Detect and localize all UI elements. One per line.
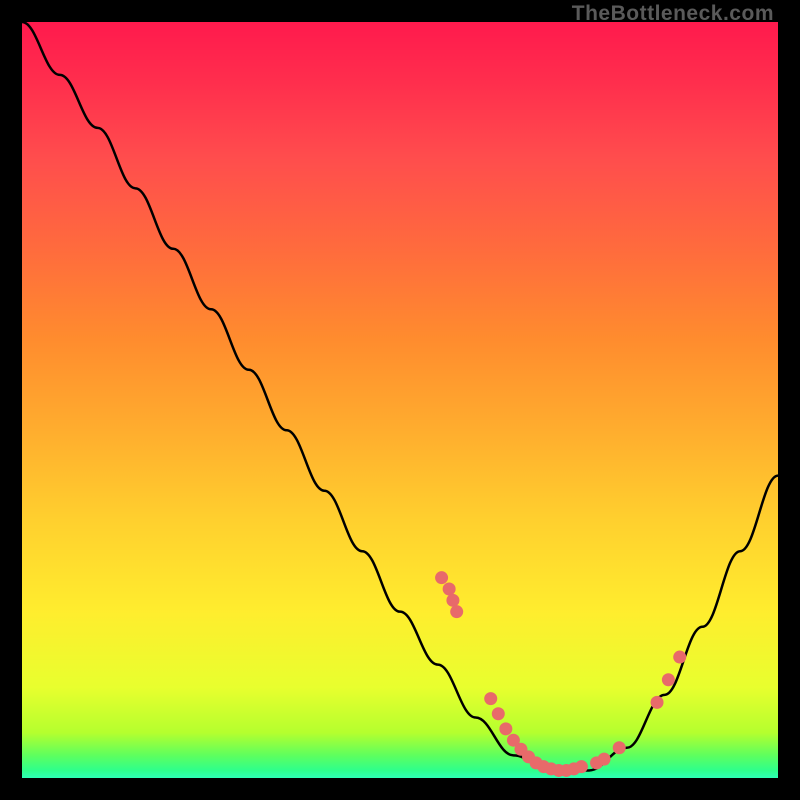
data-point: [575, 760, 588, 773]
data-point: [613, 741, 626, 754]
watermark-text: TheBottleneck.com: [572, 2, 774, 26]
data-point: [598, 753, 611, 766]
data-point: [443, 583, 456, 596]
data-point: [673, 651, 686, 664]
data-point: [484, 692, 497, 705]
data-point: [435, 571, 448, 584]
data-point: [651, 696, 664, 709]
data-point: [662, 673, 675, 686]
data-points: [435, 571, 686, 777]
chart-area: [22, 22, 778, 778]
data-point: [499, 722, 512, 735]
chart-svg: [22, 22, 778, 778]
data-point: [446, 594, 459, 607]
data-point: [450, 605, 463, 618]
bottleneck-curve: [22, 22, 778, 770]
data-point: [492, 707, 505, 720]
